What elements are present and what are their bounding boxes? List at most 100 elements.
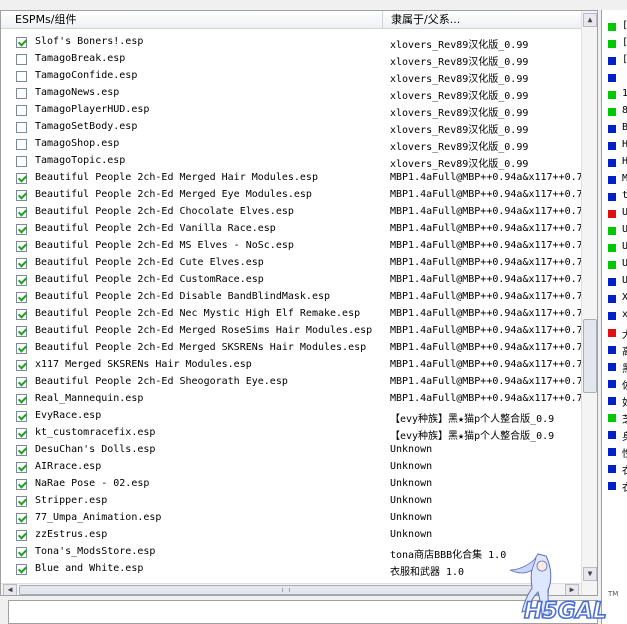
plugin-list-panel[interactable]: ESPMs/组件 隶属于/父系... Slof's Boners!.esp xlo… <box>0 10 598 596</box>
scroll-up-icon[interactable]: ▲ <box>583 13 597 27</box>
plugin-row[interactable]: Beautiful People 2ch-Ed CustomRace.esp MB… <box>1 273 581 290</box>
plugin-checkbox[interactable] <box>16 377 27 388</box>
plugin-row[interactable]: zzEstrus.esp Unknown <box>1 528 581 545</box>
plugin-checkbox[interactable] <box>16 564 27 575</box>
plugin-checkbox[interactable] <box>16 139 27 150</box>
right-list-item[interactable]: 高 <box>608 342 627 359</box>
plugin-row[interactable]: Beautiful People 2ch-Ed Cute Elves.esp MB… <box>1 256 581 273</box>
plugin-row[interactable]: TamagoPlayerHUD.esp xlovers_Rev89汉化版_0.99 <box>1 103 581 120</box>
plugin-checkbox[interactable] <box>16 241 27 252</box>
horizontal-scroll-thumb[interactable] <box>19 585 549 595</box>
plugin-checkbox[interactable] <box>16 258 27 269</box>
plugin-row[interactable]: Slof's Boners!.esp xlovers_Rev89汉化版_0.99 <box>1 35 581 52</box>
plugin-row[interactable]: TamagoShop.esp xlovers_Rev89汉化版_0.99 <box>1 137 581 154</box>
plugin-checkbox[interactable] <box>16 462 27 473</box>
plugin-checkbox[interactable] <box>16 479 27 490</box>
plugin-checkbox[interactable] <box>16 292 27 303</box>
plugin-checkbox[interactable] <box>16 309 27 320</box>
plugin-row[interactable]: kt_customracefix.esp 【evy种族】黑★猫p个人整合版_0.9 <box>1 426 581 443</box>
right-list-item[interactable]: 黑 <box>608 359 627 376</box>
column-header-espms[interactable]: ESPMs/组件 <box>9 11 383 28</box>
plugin-row[interactable]: Beautiful People 2ch-Ed Vanilla Race.esp… <box>1 222 581 239</box>
plugin-row[interactable]: Beautiful People 2ch-Ed Chocolate Elves.… <box>1 205 581 222</box>
right-list-item[interactable]: 性 <box>608 444 627 461</box>
right-list-item[interactable]: 1 <box>608 87 627 104</box>
plugin-checkbox[interactable] <box>16 496 27 507</box>
right-list-item[interactable]: 大 <box>608 325 627 342</box>
plugin-row[interactable]: Beautiful People 2ch-Ed Nec Mystic High … <box>1 307 581 324</box>
plugin-row[interactable]: Beautiful People 2ch-Ed Disable BandBlin… <box>1 290 581 307</box>
plugin-row[interactable]: Beautiful People 2ch-Ed MS Elves - NoSc.… <box>1 239 581 256</box>
plugin-row[interactable]: Tona's_ModsStore.esp tona商店BBB化合集 1.0 <box>1 545 581 562</box>
right-list-item[interactable]: 如 <box>608 393 627 410</box>
right-list-item[interactable]: x <box>608 308 627 325</box>
right-list-item[interactable]: 佐 <box>608 376 627 393</box>
plugin-checkbox[interactable] <box>16 207 27 218</box>
plugin-row[interactable]: x117 Merged SKSRENs Hair Modules.esp MBP1… <box>1 358 581 375</box>
plugin-checkbox[interactable] <box>16 530 27 541</box>
right-list-item[interactable]: H <box>608 155 627 172</box>
plugin-checkbox[interactable] <box>16 394 27 405</box>
plugin-row[interactable]: TamagoConfide.esp xlovers_Rev89汉化版_0.99 <box>1 69 581 86</box>
plugin-row[interactable]: 77_Umpa_Animation.esp Unknown <box>1 511 581 528</box>
plugin-row[interactable]: Beautiful People 2ch-Ed Sheogorath Eye.e… <box>1 375 581 392</box>
plugin-row[interactable]: TamagoNews.esp xlovers_Rev89汉化版_0.99 <box>1 86 581 103</box>
plugin-checkbox[interactable] <box>16 445 27 456</box>
plugin-checkbox[interactable] <box>16 105 27 116</box>
right-list-item[interactable]: 8 <box>608 104 627 121</box>
column-header-master[interactable]: 隶属于/父系... <box>385 11 581 28</box>
plugin-checkbox[interactable] <box>16 37 27 48</box>
plugin-row[interactable]: NaRae Pose - 02.esp Unknown <box>1 477 581 494</box>
plugin-row[interactable]: Beautiful People 2ch-Ed Merged Hair Modu… <box>1 171 581 188</box>
vertical-scrollbar[interactable]: ▲ ▼ <box>581 11 597 595</box>
plugin-checkbox[interactable] <box>16 411 27 422</box>
right-list-item[interactable]: 芝 <box>608 410 627 427</box>
right-list-item[interactable]: U <box>608 223 627 240</box>
plugin-row[interactable]: Beautiful People 2ch-Ed Merged SKSRENs H… <box>1 341 581 358</box>
right-list-item[interactable]: [ <box>608 36 627 53</box>
right-list-item[interactable]: X <box>608 291 627 308</box>
right-list-item[interactable]: U <box>608 206 627 223</box>
right-list-item[interactable]: M <box>608 172 627 189</box>
plugin-checkbox[interactable] <box>16 513 27 524</box>
right-list-panel[interactable]: [[[18BHHMtUUUUUXx大高黑佐如芝身性衣衣 <box>601 10 627 624</box>
right-list-item[interactable]: 衣 <box>608 478 627 495</box>
plugin-row[interactable]: AIRrace.esp Unknown <box>1 460 581 477</box>
plugin-checkbox[interactable] <box>16 326 27 337</box>
plugin-row[interactable]: Blue and White.esp 衣服和武器 1.0 <box>1 562 581 579</box>
plugin-checkbox[interactable] <box>16 547 27 558</box>
plugin-row[interactable]: Beautiful People 2ch-Ed Merged RoseSims … <box>1 324 581 341</box>
right-list-item[interactable]: U <box>608 274 627 291</box>
right-list-item[interactable]: U <box>608 240 627 257</box>
plugin-row[interactable]: DesuChan's Dolls.esp Unknown <box>1 443 581 460</box>
plugin-row[interactable]: Real_Mannequin.esp MBP1.4aFull@MBP++0.94a… <box>1 392 581 409</box>
right-list-item[interactable] <box>608 70 627 87</box>
plugin-checkbox[interactable] <box>16 173 27 184</box>
plugin-checkbox[interactable] <box>16 122 27 133</box>
plugin-checkbox[interactable] <box>16 343 27 354</box>
plugin-checkbox[interactable] <box>16 156 27 167</box>
right-list-item[interactable]: [ <box>608 19 627 36</box>
right-list-item[interactable]: 身 <box>608 427 627 444</box>
plugin-row[interactable]: TamagoSetBody.esp xlovers_Rev89汉化版_0.99 <box>1 120 581 137</box>
right-list-item[interactable]: H <box>608 138 627 155</box>
horizontal-scrollbar[interactable]: ◀ ▶ <box>1 583 581 595</box>
vertical-scroll-thumb[interactable] <box>583 319 597 393</box>
plugin-checkbox[interactable] <box>16 360 27 371</box>
right-list-item[interactable]: B <box>608 121 627 138</box>
plugin-checkbox[interactable] <box>16 190 27 201</box>
right-list-item[interactable]: U <box>608 257 627 274</box>
right-list-item[interactable]: [ <box>608 53 627 70</box>
plugin-checkbox[interactable] <box>16 224 27 235</box>
plugin-checkbox[interactable] <box>16 428 27 439</box>
plugin-checkbox[interactable] <box>16 88 27 99</box>
right-list-item[interactable]: t <box>608 189 627 206</box>
plugin-checkbox[interactable] <box>16 275 27 286</box>
plugin-row[interactable]: Beautiful People 2ch-Ed Merged Eye Modul… <box>1 188 581 205</box>
plugin-checkbox[interactable] <box>16 54 27 65</box>
scroll-left-icon[interactable]: ◀ <box>3 584 17 595</box>
plugin-row[interactable]: TamagoTopic.esp xlovers_Rev89汉化版_0.99 <box>1 154 581 171</box>
plugin-row[interactable]: Stripper.esp Unknown <box>1 494 581 511</box>
right-list-item[interactable]: 衣 <box>608 461 627 478</box>
plugin-row[interactable]: EvyRace.esp 【evy种族】黑★猫p个人整合版_0.9 <box>1 409 581 426</box>
